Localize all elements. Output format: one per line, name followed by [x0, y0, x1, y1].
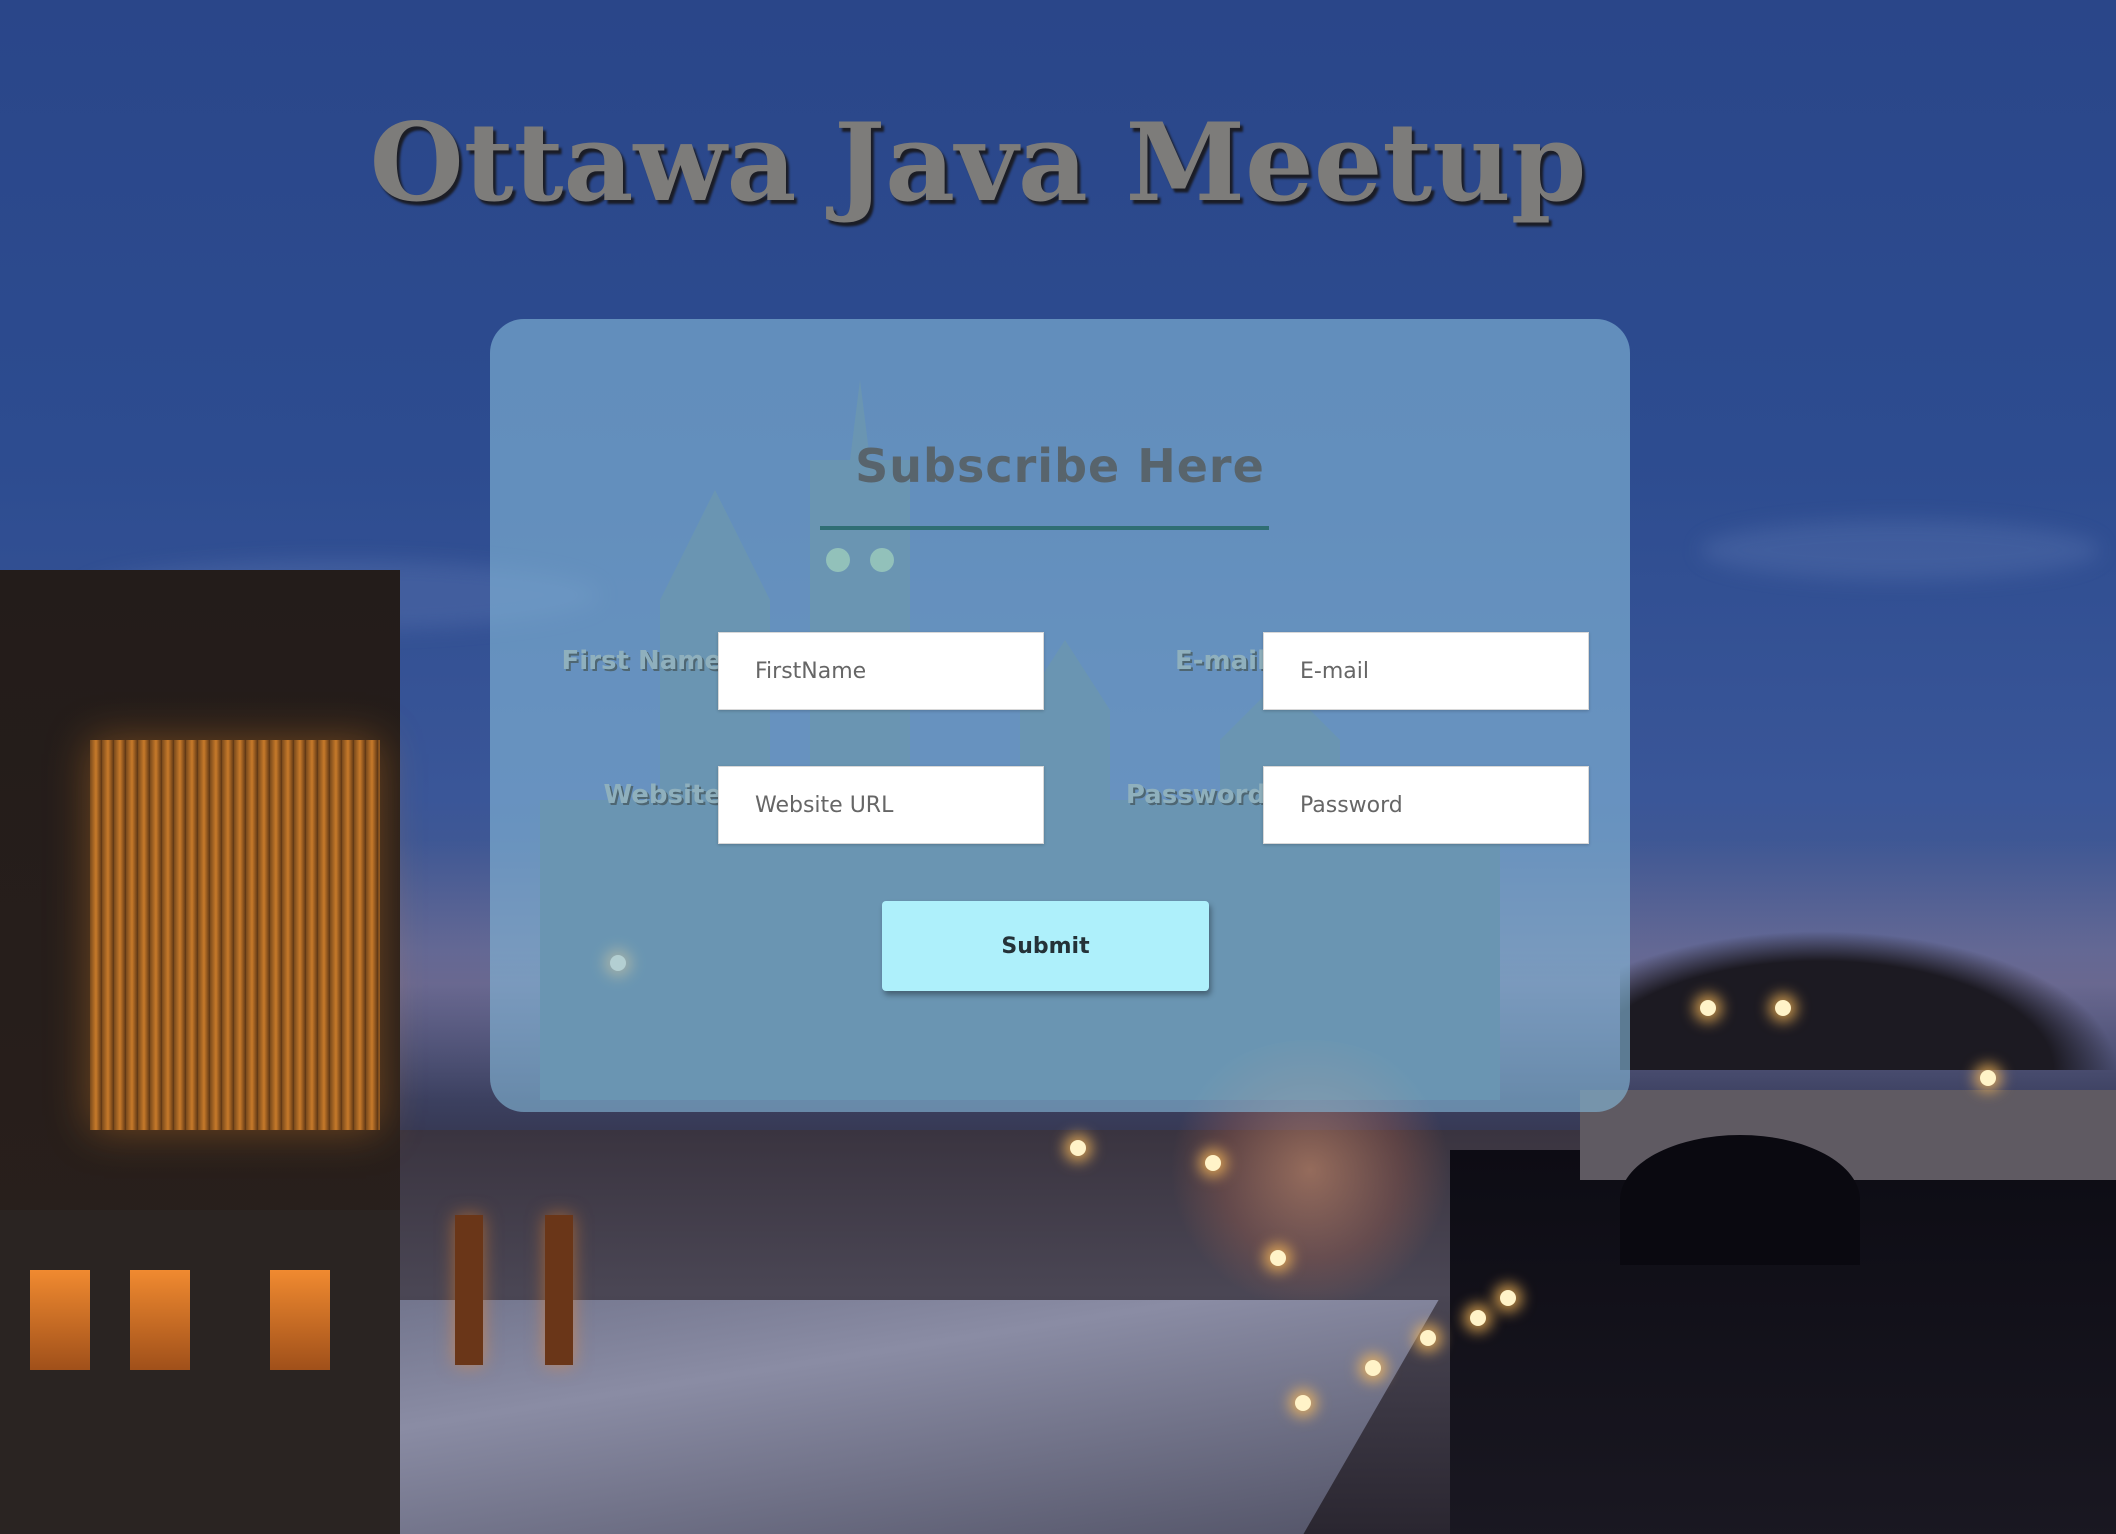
cloud: [1700, 520, 2100, 580]
lit-facade: [90, 740, 380, 1130]
pier: [545, 1215, 573, 1365]
bridge-arch: [1620, 1135, 1860, 1265]
street-lamp: [1365, 1360, 1381, 1376]
pier: [455, 1215, 483, 1365]
password-label-text: Password: [1125, 780, 1266, 810]
arts-centre-building: [0, 570, 400, 1534]
street-lamp: [1420, 1330, 1436, 1346]
street-lamp: [1500, 1290, 1516, 1306]
first-name-label: First Name: [562, 646, 735, 676]
street-lamp: [1470, 1310, 1486, 1326]
website-input[interactable]: [718, 766, 1044, 844]
street-lamp: [1775, 1000, 1791, 1016]
page-title: Ottawa Java Meetup: [369, 100, 1587, 226]
form-heading: Subscribe Here: [855, 439, 1265, 493]
heading-underline: [820, 526, 1269, 530]
street-lamp: [1070, 1140, 1086, 1156]
building-lower-level: [0, 1210, 400, 1534]
website-label: Website: [604, 780, 735, 810]
street-lamp: [1295, 1395, 1311, 1411]
lit-window: [270, 1270, 330, 1370]
password-input[interactable]: [1263, 766, 1589, 844]
treeline: [1620, 930, 2116, 1070]
street-lamp: [1270, 1250, 1286, 1266]
lit-window: [30, 1270, 90, 1370]
subscribe-form-panel: Subscribe Here First Name E-mail Website…: [490, 319, 1630, 1112]
first-name-input[interactable]: [718, 632, 1044, 710]
street-lamp: [1980, 1070, 1996, 1086]
lit-window: [130, 1270, 190, 1370]
first-name-label-text: First Name: [561, 646, 722, 676]
street-lamp: [1205, 1155, 1221, 1171]
submit-button[interactable]: Submit: [882, 901, 1209, 991]
street-lamp: [1700, 1000, 1716, 1016]
email-input[interactable]: [1263, 632, 1589, 710]
email-label-text: E-mail: [1174, 646, 1266, 676]
password-label: Password: [1126, 780, 1279, 810]
bridge: [1580, 1090, 2116, 1265]
website-label-text: Website: [603, 780, 722, 810]
